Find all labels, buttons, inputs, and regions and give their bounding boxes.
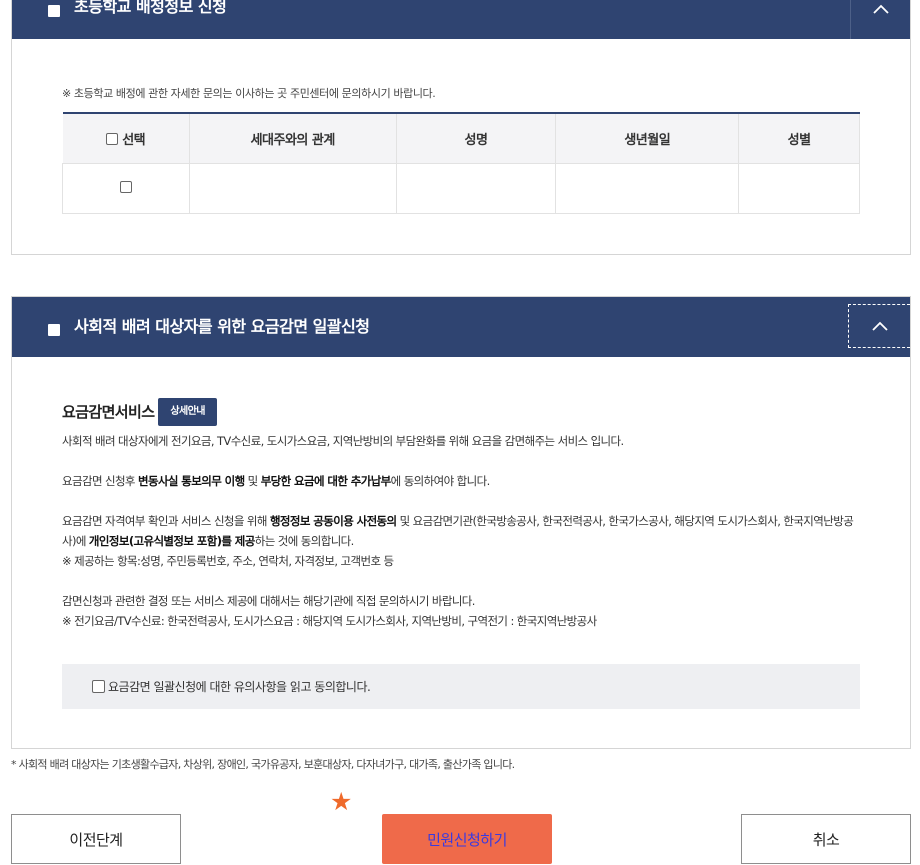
section-bullet-icon (48, 5, 60, 17)
column-select: 선택 (62, 113, 190, 164)
name-cell (395, 163, 556, 214)
eligible-target-footnote: * 사회적 배려 대상자는 기초생활수급자, 차상위, 장애인, 국가유공자, … (11, 758, 515, 771)
inquiry-notice: ※ 초등학교 배정에 관한 자세한 문의는 이사하는 곳 주민센터에 문의하시기… (62, 87, 436, 100)
birthdate-cell (555, 163, 739, 214)
table-row (62, 163, 860, 214)
submit-application-button[interactable]: 민원신청하기 (382, 814, 552, 864)
elementary-school-header: 초등학교 배정정보 신청 (12, 0, 910, 39)
detail-info-button[interactable]: 상세안내 (158, 398, 217, 426)
agency-list-note: ※ 전기요금/TV수신료: 한국전력공사, 도시가스요금 : 해당지역 도시가스… (62, 614, 597, 628)
row-select-cell (62, 163, 190, 214)
chevron-up-icon (871, 321, 888, 331)
service-description: 사회적 배려 대상자에게 전기요금, TV수신료, 도시가스요금, 지역난방비의… (62, 434, 624, 448)
agreement-box: 요금감면 일괄신청에 대한 유의사항을 읽고 동의합니다. (62, 664, 860, 709)
fee-reduction-header: 사회적 배려 대상자를 위한 요금감면 일괄신청 (12, 297, 910, 357)
star-icon: ★ (330, 787, 353, 816)
cancel-button[interactable]: 취소 (741, 814, 911, 864)
service-title: 요금감면서비스 (62, 403, 155, 421)
collapse-toggle-button[interactable] (850, 0, 910, 39)
school-assignment-table: 선택 세대주와의 관계 성명 생년월일 성별 (62, 112, 860, 214)
chevron-up-icon (872, 4, 889, 14)
row-checkbox[interactable] (119, 180, 132, 193)
gender-cell (738, 163, 860, 214)
obligation-text: 요금감면 신청후 변동사실 통보의무 이행 및 부당한 요금에 대한 추가납부에… (62, 474, 490, 488)
elementary-school-panel: 초등학교 배정정보 신청 ※ 초등학교 배정에 관한 자세한 문의는 이사하는 … (11, 0, 911, 255)
column-gender: 성별 (738, 113, 860, 164)
relation-cell (188, 163, 397, 214)
fee-reduction-panel: 사회적 배려 대상자를 위한 요금감면 일괄신청 요금감면서비스 상세안내 사회… (11, 296, 911, 749)
agree-checkbox[interactable] (92, 680, 105, 693)
section-title: 초등학교 배정정보 신청 (74, 0, 227, 16)
service-title-row: 요금감면서비스 상세안내 (62, 397, 862, 427)
collapse-toggle-button[interactable] (848, 304, 910, 348)
section-title: 사회적 배려 대상자를 위한 요금감면 일괄신청 (74, 317, 370, 336)
column-relation: 세대주와의 관계 (188, 113, 397, 164)
previous-step-button[interactable]: 이전단계 (11, 814, 181, 864)
consent-text: 요금감면 자격여부 확인과 서비스 신청을 위해 행정정보 공동이용 사전동의 … (62, 514, 854, 568)
section-bullet-icon (48, 324, 60, 336)
inquiry-text: 감면신청과 관련한 결정 또는 서비스 제공에 대해서는 해당기관에 직접 문의… (62, 594, 597, 628)
fee-reduction-body: 요금감면서비스 상세안내 사회적 배려 대상자에게 전기요금, TV수신료, 도… (62, 397, 862, 651)
agree-label[interactable]: 요금감면 일괄신청에 대한 유의사항을 읽고 동의합니다. (108, 678, 371, 695)
provided-items-note: ※ 제공하는 항목:성명, 주민등록번호, 주소, 연락처, 자격정보, 고객번… (62, 554, 394, 568)
select-all-checkbox[interactable] (106, 132, 119, 145)
column-birthdate: 생년월일 (555, 113, 739, 164)
column-name: 성명 (395, 113, 556, 164)
table-header-row: 선택 세대주와의 관계 성명 생년월일 성별 (62, 113, 860, 164)
